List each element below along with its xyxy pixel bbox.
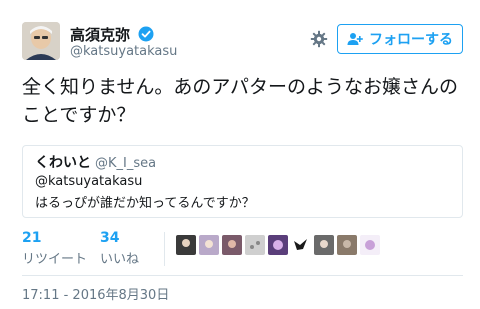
follow-button-label: フォローする [369, 32, 453, 48]
like-stat[interactable]: 34 いいね [100, 230, 139, 267]
stats-divider [164, 232, 165, 266]
retweet-stat[interactable]: 21 リツイート [22, 230, 87, 267]
follow-button[interactable]: フォローする [337, 24, 463, 54]
liker-avatar[interactable] [176, 235, 196, 255]
tweet-timestamp[interactable]: 17:11 - 2016年8月30日 [22, 284, 169, 303]
author-display-name[interactable]: 高須克弥 [70, 24, 130, 45]
liker-avatar[interactable] [222, 235, 242, 255]
footer-divider [22, 275, 463, 276]
like-count: 34 [100, 230, 120, 246]
tweet-text: 全く知りません。あのアパターのようなお嬢さんのことですか？ [22, 76, 459, 126]
quoted-tweet[interactable]: くわいと @K_I_sea @katsuyatakasu はるっぴが誰だか知ってる… [22, 145, 463, 218]
liker-avatar[interactable] [199, 235, 219, 255]
like-label: いいね [100, 252, 140, 267]
quoted-text: はるっぴが誰だか知ってるんですか？ [35, 196, 255, 211]
quoted-mention: @katsuyatakasu [35, 174, 143, 189]
liker-avatar[interactable] [337, 235, 357, 255]
quoted-tweet-header: くわいと @K_I_sea [35, 152, 156, 172]
liker-avatar[interactable] [360, 235, 380, 255]
add-user-icon [347, 33, 363, 45]
liker-avatar[interactable] [268, 235, 288, 255]
verified-badge-icon [138, 26, 154, 42]
quoted-author-handle: @K_I_sea [95, 156, 157, 171]
retweet-label: リツイート [22, 252, 88, 267]
liker-avatar[interactable] [291, 235, 311, 255]
author-handle[interactable]: @katsuyatakasu [70, 44, 177, 59]
retweet-count: 21 [22, 230, 42, 246]
author-avatar[interactable] [22, 22, 60, 60]
gear-icon[interactable] [310, 30, 328, 48]
quoted-author-name: くわいと [35, 155, 91, 171]
liker-avatar[interactable] [314, 235, 334, 255]
liker-avatar[interactable] [245, 235, 265, 255]
